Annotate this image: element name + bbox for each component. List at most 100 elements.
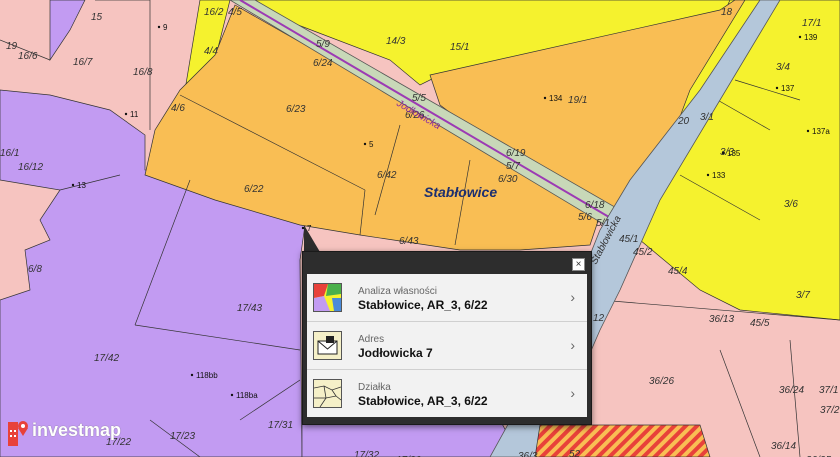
parcel-label: 36/13	[709, 314, 734, 325]
chevron-right-icon: ›	[570, 337, 575, 353]
chevron-right-icon: ›	[570, 289, 575, 305]
parcel-label: 17/1	[802, 18, 821, 29]
parcel-label: 45/5	[750, 318, 770, 329]
address-point	[124, 112, 128, 116]
parcel-label: 37/1	[819, 385, 838, 396]
parcel-label: 17/31	[268, 420, 293, 431]
parcel-label: 3/7	[796, 290, 810, 301]
address-point	[798, 35, 802, 39]
parcel-label: 16/1	[0, 148, 19, 159]
address-point	[721, 151, 725, 155]
parcel-label: 5/6	[578, 212, 592, 223]
parcel-label: 6/30	[498, 174, 518, 185]
hatched-parcel	[534, 424, 711, 457]
item-main-parcel: Stabłowice, AR_3, 6/22	[358, 394, 488, 408]
popup-list: Analiza własności Stabłowice, AR_3, 6/22…	[307, 274, 587, 417]
address-number: 137a	[812, 127, 830, 136]
parcel-label: 17/43	[237, 303, 262, 314]
parcel-label: 6/8	[28, 264, 42, 275]
parcel-label: 45/4	[668, 266, 688, 277]
address-point	[775, 86, 779, 90]
parcel-label: 3/4	[776, 62, 790, 73]
parcel-label: 18	[721, 7, 733, 18]
address-point	[363, 142, 367, 146]
parcel-label: 45/2	[633, 247, 653, 258]
parcel-label: 5/9	[316, 39, 330, 50]
parcel-label: 17/23	[170, 431, 195, 442]
parcel-label: 45/1	[619, 234, 638, 245]
address-point	[190, 373, 194, 377]
address-point	[806, 129, 810, 133]
parcel-label: 36/3	[518, 451, 538, 457]
investmap-logo: investmap	[8, 414, 121, 447]
popup-pointer	[304, 225, 320, 252]
parcel-label: 52	[569, 449, 581, 457]
item-sub-parcel: Działka	[358, 382, 391, 393]
address-point	[157, 25, 161, 29]
item-main-ownership: Stabłowice, AR_3, 6/22	[358, 298, 488, 312]
address-point	[71, 183, 75, 187]
ownership-map-icon	[313, 283, 342, 312]
parcel-label: 16/12	[18, 162, 43, 173]
parcel-label: 5/7	[506, 161, 520, 172]
parcel-label: 6/24	[313, 58, 333, 69]
parcel-label: 6/42	[377, 170, 397, 181]
popup-item-ownership[interactable]: Analiza własności Stabłowice, AR_3, 6/22…	[307, 274, 587, 322]
parcel-label: 15/1	[450, 42, 469, 53]
logo-text: investmap	[32, 420, 122, 440]
parcel-label: 4/6	[171, 103, 185, 114]
address-number: 5	[369, 140, 374, 149]
parcel-label: 14/3	[386, 36, 406, 47]
parcel-label: 3/1	[700, 112, 714, 123]
parcel-label: 3/6	[784, 199, 798, 210]
parcel-label: 19/1	[568, 95, 587, 106]
logo-mark-icon	[8, 416, 28, 446]
parcel-label: 4/4	[204, 46, 218, 57]
address-number: 133	[712, 171, 726, 180]
address-point	[230, 393, 234, 397]
parcel-label: 4/5	[228, 7, 242, 18]
parcel-label: 16/7	[73, 57, 93, 68]
info-popup: × Analiza własności Stabłowice, AR_3, 6/…	[302, 251, 592, 425]
parcel-label: 16/8	[133, 67, 153, 78]
parcel-map-icon	[313, 379, 342, 408]
parcel-label: 12	[593, 313, 605, 324]
address-point	[706, 173, 710, 177]
parcel-label: 36/26	[649, 376, 674, 387]
place-name: Stabłowice	[424, 184, 497, 200]
parcel-label: 20	[677, 116, 690, 127]
parcel-label: 5/5	[412, 93, 426, 104]
parcel-label: 16/6	[18, 51, 38, 62]
parcel-label: 17/42	[94, 353, 119, 364]
parcel-label: 6/19	[506, 148, 526, 159]
address-number: 118bb	[196, 371, 218, 380]
parcel-label: 15	[91, 12, 103, 23]
parcel-label: 6/22	[244, 184, 264, 195]
parcel-label: 6/23	[286, 104, 306, 115]
address-number: 134	[549, 94, 563, 103]
parcel-label: 36/24	[779, 385, 804, 396]
address-number: 139	[804, 33, 818, 42]
popup-item-parcel[interactable]: Działka Stabłowice, AR_3, 6/22 ›	[307, 370, 587, 417]
popup-item-address[interactable]: Adres Jodłowicka 7 ›	[307, 322, 587, 370]
parcel-label: 6/43	[399, 236, 419, 247]
parcel-label: 17/32	[354, 450, 379, 457]
parcel-label: 36/14	[771, 441, 796, 452]
purple-parcel-south	[301, 419, 521, 457]
close-button[interactable]: ×	[572, 258, 585, 271]
item-sub-address: Adres	[358, 334, 385, 345]
address-number: 118ba	[236, 391, 258, 400]
item-main-address: Jodłowicka 7	[358, 346, 433, 360]
chevron-right-icon: ›	[570, 385, 575, 401]
address-number: 137	[781, 84, 795, 93]
envelope-icon	[313, 331, 342, 360]
address-number: 13	[77, 181, 86, 190]
address-number: 9	[163, 23, 168, 32]
address-point	[543, 96, 547, 100]
address-number: 11	[130, 110, 139, 119]
parcel-label: 16/2	[204, 7, 224, 18]
parcel-label: 6/18	[585, 200, 605, 211]
address-number: 135	[727, 149, 741, 158]
parcel-label: 37/2	[820, 405, 840, 416]
parcel-label: 19	[6, 41, 18, 52]
